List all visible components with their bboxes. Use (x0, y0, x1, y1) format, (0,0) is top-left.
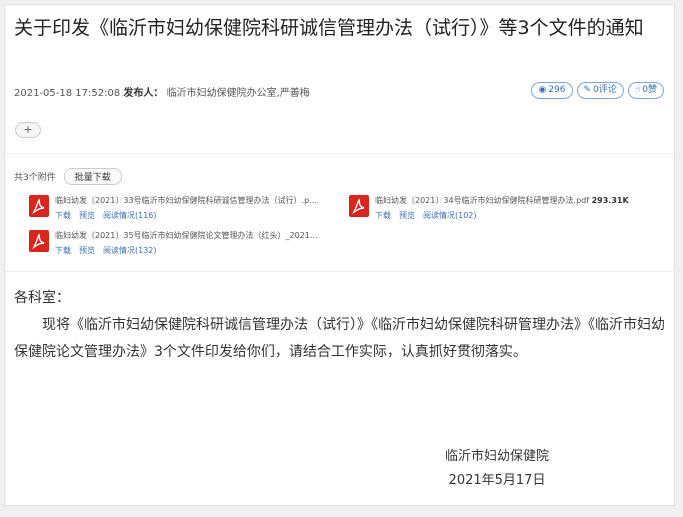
read-status-link[interactable]: 阅读情况(132) (103, 245, 157, 256)
comments-button[interactable]: ✎ 0评论 (576, 82, 624, 99)
attachment-item: 临妇幼发〔2021〕33号临沂市妇幼保健院科研诚信管理办法（试行）.p... 下… (29, 195, 317, 221)
attachments-header: 共3个附件 批量下载 (14, 168, 122, 185)
body-paragraph: 现将《临沂市妇幼保健院科研诚信管理办法（试行）》《临沂市妇幼保健院科研管理办法》… (14, 317, 665, 360)
post-datetime: 2021-05-18 17:52:08 (14, 88, 121, 99)
download-link[interactable]: 下载 (55, 245, 71, 256)
divider (5, 271, 674, 272)
attachment-size: 293.31K (591, 196, 629, 205)
views-badge[interactable]: ◉ 296 (531, 82, 573, 99)
page-title: 关于印发《临沂市妇幼保健院科研诚信管理办法（试行）》等3个文件的通知 (14, 17, 644, 39)
preview-link[interactable]: 预览 (399, 210, 415, 221)
notice-body: 各科室： 现将《临沂市妇幼保健院科研诚信管理办法（试行）》《临沂市妇幼保健院科研… (14, 285, 669, 366)
pdf-icon (349, 195, 369, 217)
greeting: 各科室： (14, 290, 70, 306)
preview-link[interactable]: 预览 (79, 245, 95, 256)
signature: 临沂市妇幼保健院 2021年5月17日 (441, 445, 553, 493)
attachment-name[interactable]: 临妇幼发〔2021〕34号临沂市妇幼保健院科研管理办法.pdf (375, 196, 589, 205)
post-stats: ◉ 296 ✎ 0评论 ☝ 0赞 (531, 82, 664, 99)
read-status-link[interactable]: 阅读情况(116) (103, 210, 157, 221)
pdf-icon (29, 195, 49, 217)
download-link[interactable]: 下载 (55, 210, 71, 221)
notice-card: 关于印发《临沂市妇幼保健院科研诚信管理办法（试行）》等3个文件的通知 2021-… (4, 4, 675, 506)
like-button[interactable]: ☝ 0赞 (627, 82, 664, 99)
publisher-name: 临沂市妇幼保健院办公室,严善梅 (166, 88, 310, 99)
eye-icon: ◉ (538, 85, 547, 95)
edit-icon: ✎ (583, 85, 592, 95)
expand-button[interactable]: + (15, 122, 41, 138)
download-link[interactable]: 下载 (375, 210, 391, 221)
attachment-name[interactable]: 临妇幼发〔2021〕33号临沂市妇幼保健院科研诚信管理办法（试行）.p... (55, 195, 317, 206)
attachment-name[interactable]: 临妇幼发〔2021〕35号临沂市妇幼保健院论文管理办法（红头）_2021... (55, 230, 318, 241)
publisher-label: 发布人： (123, 88, 164, 99)
signature-date: 2021年5月17日 (448, 473, 546, 488)
bulk-download-button[interactable]: 批量下载 (63, 168, 122, 185)
post-meta: 2021-05-18 17:52:08 发布人： 临沂市妇幼保健院办公室,严善梅 (14, 84, 310, 99)
attachments-count: 共3个附件 (14, 173, 56, 183)
attachment-item: 临妇幼发〔2021〕34号临沂市妇幼保健院科研管理办法.pdf 293.31K … (349, 195, 629, 221)
pdf-icon (29, 230, 49, 252)
comments-label: 0评论 (593, 85, 617, 95)
thumbs-up-icon: ☝ (634, 85, 641, 95)
likes-label: 0赞 (642, 85, 657, 95)
signature-org: 临沂市妇幼保健院 (444, 449, 549, 464)
views-count: 296 (548, 85, 566, 95)
divider (5, 153, 674, 154)
preview-link[interactable]: 预览 (79, 210, 95, 221)
attachment-item: 临妇幼发〔2021〕35号临沂市妇幼保健院论文管理办法（红头）_2021... … (29, 230, 318, 256)
read-status-link[interactable]: 阅读情况(102) (423, 210, 477, 221)
